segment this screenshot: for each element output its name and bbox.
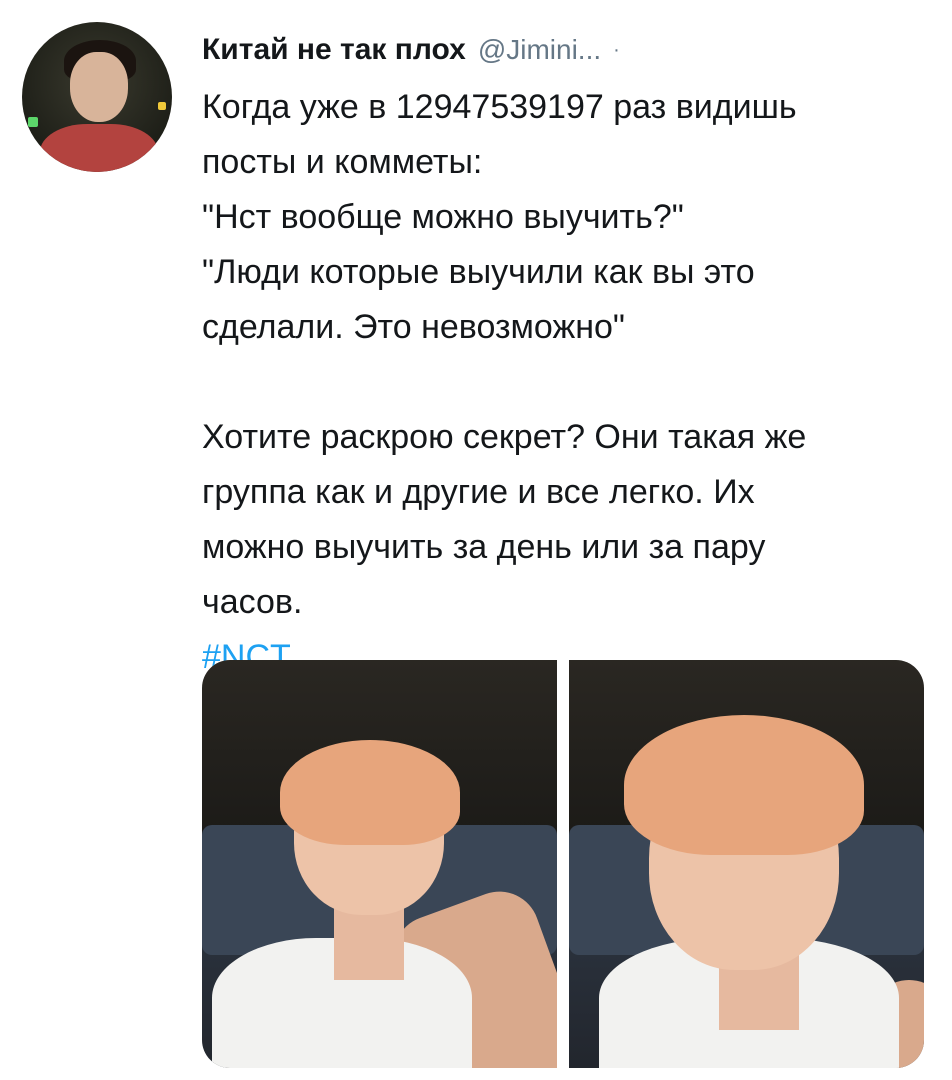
tweet-text-line: Хотите раскрою секрет? Они такая же [202, 418, 807, 456]
tweet-text-line: часов. [202, 583, 303, 621]
display-name[interactable]: Китай не так плох [202, 33, 466, 67]
separator-dot: · [613, 38, 620, 61]
tweet: Китай не так плох @Jimini... · Когда уже… [0, 0, 952, 1080]
media-photo-2[interactable] [569, 660, 924, 1068]
tweet-text-line: сделали. Это невозможно" [202, 308, 625, 346]
tweet-media [202, 660, 924, 1068]
photo-hair [624, 715, 864, 855]
media-photo-1[interactable] [202, 660, 557, 1068]
photo-hair [280, 740, 460, 845]
avatar[interactable] [22, 22, 172, 172]
tweet-text-line: Когда уже в 12947539197 раз видишь [202, 88, 797, 126]
avatar-face [70, 52, 128, 122]
avatar-sticker-green [28, 117, 38, 127]
tweet-text: Когда уже в 12947539197 раз видишь посты… [202, 80, 932, 685]
tweet-text-line: посты и комметы: [202, 143, 483, 181]
tweet-text-line: "Люди которые выучили как вы это [202, 253, 755, 291]
avatar-shirt [40, 124, 158, 172]
user-handle[interactable]: @Jimini... [478, 34, 601, 66]
tweet-text-line: группа как и другие и все легко. Их [202, 473, 755, 511]
tweet-header: Китай не так плох @Jimini... · [202, 30, 620, 70]
avatar-sticker-yellow [158, 102, 166, 110]
tweet-text-line: можно выучить за день или за пару [202, 528, 766, 566]
tweet-text-line: "Нст вообще можно выучить?" [202, 198, 684, 236]
